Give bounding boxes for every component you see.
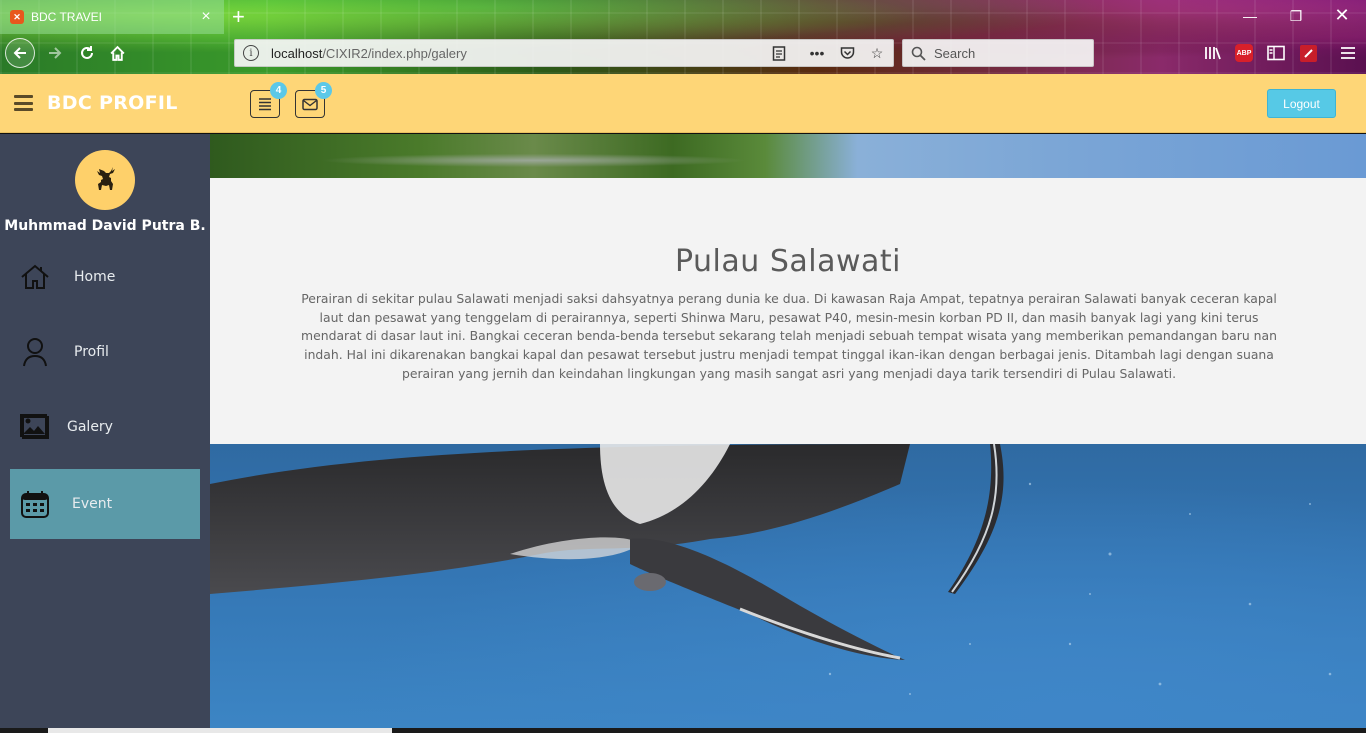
sidebar-item-label: Galery: [67, 419, 113, 435]
user-name: Muhmmad David Putra B.: [4, 218, 206, 234]
sidebar: Muhmmad David Putra B. Home Profil Galer…: [0, 134, 210, 733]
sidebar-item-label: Profil: [74, 344, 109, 360]
back-button[interactable]: [5, 38, 35, 68]
reload-icon: [81, 46, 93, 59]
browser-tab[interactable]: ✕ BDC TRAVEI ×: [0, 0, 224, 34]
gallery-image-manta-ray: [210, 444, 1366, 728]
logout-button[interactable]: Logout: [1267, 89, 1336, 118]
minimize-icon[interactable]: —: [1240, 8, 1260, 24]
reader-view-icon[interactable]: [771, 45, 787, 61]
calendar-icon: [20, 489, 50, 519]
list-icon: [259, 98, 271, 111]
url-text[interactable]: localhost/CIXIR2/index.php/galery: [271, 46, 757, 61]
forward-arrow-icon: [49, 47, 62, 59]
envelope-icon: [302, 98, 318, 110]
sidebar-item-event[interactable]: Event: [10, 469, 200, 539]
xampp-favicon-icon: ✕: [10, 10, 24, 24]
menu-toggle-icon[interactable]: [14, 95, 33, 111]
restore-icon[interactable]: ❐: [1286, 8, 1306, 25]
home-browser-icon: [109, 45, 125, 61]
adblock-plus-icon[interactable]: ABP: [1234, 43, 1254, 63]
search-bar[interactable]: [902, 39, 1094, 67]
sidebar-item-galery[interactable]: Galery: [10, 392, 200, 462]
tab-title: BDC TRAVEI: [31, 10, 102, 24]
search-icon: [911, 46, 926, 61]
hero-image-top: [210, 134, 1366, 178]
home-button[interactable]: [102, 38, 132, 68]
app-header: BDC PROFIL 4 5 Logout: [0, 74, 1366, 133]
avatar: [75, 150, 135, 210]
app-menu-icon[interactable]: [1338, 43, 1358, 63]
messages-badge: 5: [315, 82, 332, 99]
sidebar-toggle-icon[interactable]: [1266, 43, 1286, 63]
manta-ray-illustration: [210, 444, 1332, 695]
sidebar-item-label: Event: [72, 496, 113, 512]
site-info-icon[interactable]: i: [243, 45, 259, 61]
sidebar-item-profil[interactable]: Profil: [10, 317, 200, 387]
image-icon: [20, 412, 50, 442]
bookmark-star-icon[interactable]: ☆: [869, 45, 885, 61]
page-description: Perairan di sekitar pulau Salawati menja…: [301, 291, 1277, 381]
home-icon: [20, 262, 50, 292]
url-bar[interactable]: i localhost/CIXIR2/index.php/galery ••• …: [234, 39, 894, 67]
library-icon[interactable]: [1203, 43, 1223, 63]
gallery-text-panel: Pulau Salawati Perairan di sekitar pulau…: [210, 178, 1366, 444]
close-window-icon[interactable]: ✕: [1332, 5, 1352, 26]
more-actions-icon[interactable]: •••: [809, 45, 825, 61]
sidebar-item-home[interactable]: Home: [10, 242, 200, 312]
forward-button[interactable]: [40, 38, 70, 68]
reload-button[interactable]: [72, 38, 102, 68]
back-arrow-icon: [13, 47, 26, 59]
search-input[interactable]: [934, 45, 1084, 61]
new-tab-icon[interactable]: +: [232, 4, 245, 30]
page-title: Pulau Salawati: [674, 244, 901, 279]
messages-button[interactable]: 5: [295, 82, 332, 118]
nav-toolbar: i localhost/CIXIR2/index.php/galery ••• …: [0, 34, 1366, 74]
deer-icon: [97, 167, 115, 190]
tasks-button[interactable]: 4: [250, 82, 287, 118]
user-icon: [20, 337, 50, 367]
tasks-badge: 4: [270, 82, 287, 99]
tab-close-icon[interactable]: ×: [198, 8, 214, 26]
brand-title: BDC PROFIL: [47, 92, 178, 114]
browser-chrome: ✕ BDC TRAVEI × + — ❐ ✕ i localhost/CIXIR…: [0, 0, 1366, 74]
taskbar-strip: [0, 728, 1366, 733]
sidebar-item-label: Home: [74, 269, 116, 285]
extension-icon[interactable]: [1298, 43, 1318, 63]
pocket-icon[interactable]: [839, 45, 855, 61]
